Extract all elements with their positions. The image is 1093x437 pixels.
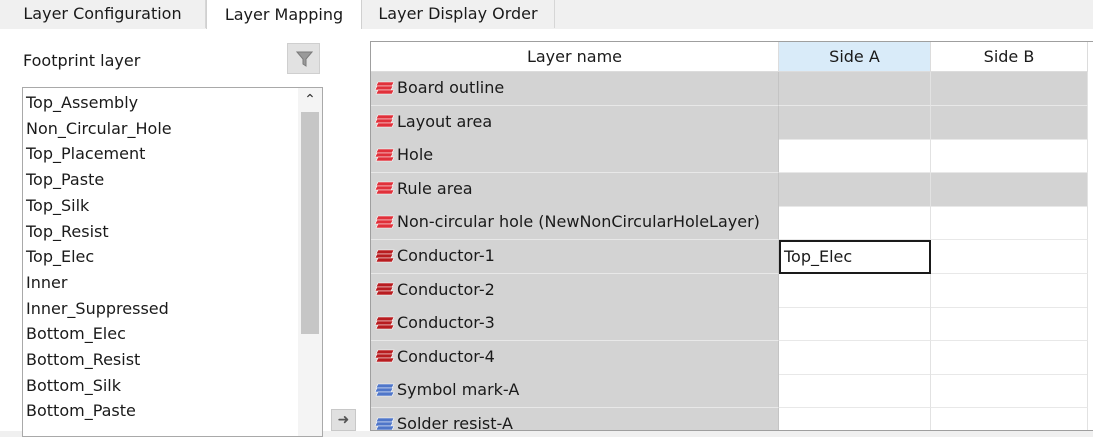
red-layer-icon	[374, 215, 395, 229]
tab-bar: Layer Configuration Layer Mapping Layer …	[0, 0, 1093, 30]
layer-name-text: Hole	[397, 145, 434, 165]
side-b-cell[interactable]	[931, 172, 1088, 207]
layer-name-text: Conductor-1	[397, 246, 495, 265]
side-a-cell[interactable]	[779, 340, 931, 375]
footprint-layer-item[interactable]: Inner	[26, 270, 67, 295]
footprint-layer-item[interactable]: Bottom_Silk	[26, 373, 121, 398]
header-side-b[interactable]: Side B	[931, 42, 1088, 72]
assign-arrow-button[interactable]: ➜	[331, 409, 356, 431]
layer-name-cell[interactable]: Conductor-2	[371, 273, 779, 308]
grid-row[interactable]: Conductor-1 Top_Elec	[371, 240, 1093, 274]
red-layer-icon	[374, 81, 395, 94]
grid-row[interactable]: Layout area	[371, 105, 1093, 140]
layer-mapping-grid[interactable]: Layer name Side A Side B Board outline La…	[370, 41, 1093, 431]
layer-name-text: Conductor-3	[397, 313, 495, 333]
footprint-layer-item[interactable]: Non_Circular_Hole	[26, 116, 172, 141]
scrollbar-thumb[interactable]	[301, 112, 319, 334]
layer-name-text: Board outline	[397, 78, 505, 97]
grid-row[interactable]: Conductor-3	[371, 307, 1093, 342]
layer-name-text: Solder resist-A	[397, 414, 513, 431]
layer-name-text: Symbol mark-A	[397, 380, 520, 400]
side-a-cell[interactable]	[779, 105, 931, 140]
footprint-layer-item[interactable]: Inner_Suppressed	[26, 296, 169, 321]
grid-row[interactable]: Rule area	[371, 172, 1093, 207]
filter-icon	[296, 51, 313, 67]
grid-row[interactable]: Hole	[371, 139, 1093, 174]
header-layer-name[interactable]: Layer name	[371, 42, 779, 72]
red-layer-icon	[374, 114, 395, 128]
grid-row[interactable]: Conductor-2	[371, 273, 1093, 308]
layer-name-text: Non-circular hole (NewNonCircularHoleLay…	[397, 212, 760, 232]
footprint-layer-item[interactable]: Top_Resist	[26, 219, 109, 244]
layer-name-cell[interactable]: Board outline	[371, 72, 779, 106]
side-a-cell[interactable]	[779, 139, 931, 174]
layer-name-cell[interactable]: Non-circular hole (NewNonCircularHoleLay…	[371, 206, 779, 241]
side-b-cell[interactable]	[931, 139, 1088, 174]
side-b-cell[interactable]	[931, 273, 1088, 308]
red-layer-icon	[374, 148, 395, 161]
footprint-layer-item[interactable]: Top_Assembly	[26, 90, 138, 115]
footprint-layer-list[interactable]: ⌃ Top_Assembly Non_Circular_Hole Top_Place…	[22, 87, 323, 437]
red-layer-icon	[374, 181, 395, 195]
grid-row[interactable]: Board outline	[371, 72, 1093, 106]
side-b-cell[interactable]	[931, 105, 1088, 140]
arrow-right-icon: ➜	[337, 412, 350, 428]
layer-name-text: Conductor-4	[397, 346, 495, 366]
dark-red-layer-icon	[374, 249, 395, 262]
side-b-cell[interactable]	[931, 72, 1088, 106]
footprint-list-scrollbar[interactable]: ⌃	[298, 88, 322, 436]
layer-name-cell[interactable]: Hole	[371, 139, 779, 174]
layer-name-cell[interactable]: Symbol mark-A	[371, 374, 779, 409]
layer-name-cell[interactable]: Layout area	[371, 105, 779, 140]
footprint-layer-item[interactable]: Bottom_Paste	[26, 398, 136, 423]
dark-red-layer-icon	[374, 349, 395, 363]
tab-layer-display-order[interactable]: Layer Display Order	[362, 0, 555, 28]
layer-name-text: Conductor-2	[397, 279, 495, 299]
footprint-layer-item[interactable]: Top_Elec	[26, 244, 94, 269]
blue-layer-icon	[374, 383, 395, 397]
layer-name-cell[interactable]: Solder resist-A	[371, 408, 779, 431]
layer-name-cell[interactable]: Rule area	[371, 172, 779, 207]
layer-name-text: Layout area	[397, 111, 493, 131]
footprint-layer-item[interactable]: Top_Placement	[26, 141, 145, 166]
side-a-cell[interactable]	[779, 408, 931, 430]
side-a-cell[interactable]	[779, 374, 931, 409]
tab-layer-mapping[interactable]: Layer Mapping	[206, 0, 362, 29]
layer-mapping-panel: Footprint layer ⌃ Top_Assembly Non_Circul…	[0, 29, 1093, 437]
side-b-cell[interactable]	[931, 374, 1088, 409]
layer-name-text: Rule area	[397, 178, 473, 198]
side-a-cell[interactable]: Top_Elec	[779, 240, 931, 274]
side-a-cell[interactable]	[779, 72, 931, 106]
grid-row[interactable]: Non-circular hole (NewNonCircularHoleLay…	[371, 206, 1093, 241]
dark-red-layer-icon	[374, 316, 395, 329]
footprint-layer-item[interactable]: Top_Silk	[26, 193, 89, 218]
footprint-layer-label: Footprint layer	[23, 51, 141, 70]
layer-name-cell[interactable]: Conductor-4	[371, 340, 779, 375]
side-a-cell[interactable]	[779, 273, 931, 308]
footprint-layer-item[interactable]: Top_Paste	[26, 167, 104, 192]
layer-name-cell[interactable]: Conductor-3	[371, 307, 779, 342]
filter-button[interactable]	[287, 43, 320, 74]
side-b-cell[interactable]	[931, 307, 1088, 342]
footprint-layer-item[interactable]: Bottom_Resist	[26, 347, 140, 372]
side-a-cell[interactable]	[779, 307, 931, 342]
tab-layer-configuration[interactable]: Layer Configuration	[0, 0, 206, 28]
footprint-layer-item[interactable]: Bottom_Elec	[26, 321, 126, 346]
dark-red-layer-icon	[374, 282, 395, 296]
header-side-a[interactable]: Side A	[779, 42, 931, 72]
side-b-cell[interactable]	[931, 340, 1088, 375]
scroll-up-icon[interactable]: ⌃	[298, 88, 322, 112]
side-a-cell[interactable]	[779, 172, 931, 207]
grid-row[interactable]: Solder resist-A	[371, 408, 1093, 431]
grid-row[interactable]: Conductor-4	[371, 340, 1093, 375]
side-a-cell[interactable]	[779, 206, 931, 241]
grid-row[interactable]: Symbol mark-A	[371, 374, 1093, 409]
blue-layer-icon	[374, 417, 395, 430]
layer-name-cell[interactable]: Conductor-1	[371, 240, 779, 274]
side-b-cell[interactable]	[931, 206, 1088, 241]
side-b-cell[interactable]	[931, 240, 1088, 274]
side-b-cell[interactable]	[931, 408, 1088, 430]
